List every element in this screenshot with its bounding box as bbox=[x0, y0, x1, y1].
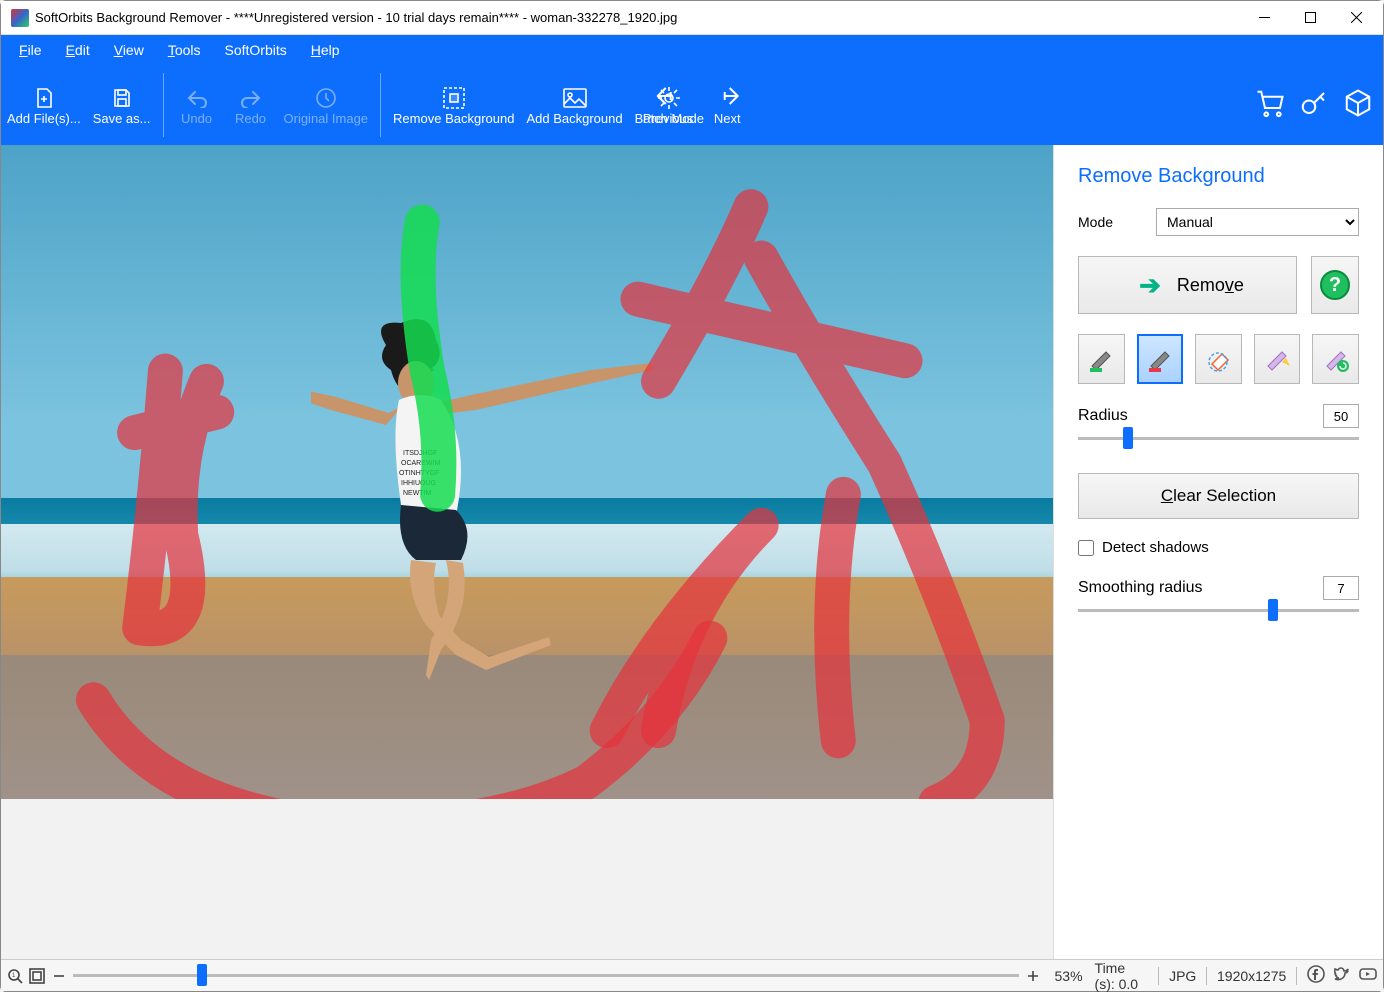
redo-button[interactable]: Redo bbox=[224, 65, 278, 145]
radius-slider[interactable] bbox=[1078, 428, 1359, 448]
help-button[interactable]: ? bbox=[1311, 256, 1359, 314]
main-area: ITSDJHGFOCAREWIMOTINHTYGFIHHIUOUGNEWTIM bbox=[1, 145, 1383, 959]
clear-selection-button[interactable]: Clear Selection bbox=[1078, 473, 1359, 519]
statusbar: 1 53% Time (s): 0.0 JPG 1920x1275 bbox=[1, 959, 1383, 991]
history-icon bbox=[314, 84, 338, 112]
side-panel: Remove Background Mode Manual ➔ Remove ? bbox=[1053, 145, 1383, 959]
question-icon: ? bbox=[1320, 270, 1350, 300]
detect-shadows-checkbox[interactable]: Detect shadows bbox=[1078, 539, 1359, 556]
previous-button[interactable]: Previous bbox=[637, 82, 700, 128]
zoom-slider[interactable] bbox=[73, 966, 1019, 986]
original-image-label: Original Image bbox=[284, 112, 369, 127]
smoothing-slider[interactable] bbox=[1078, 600, 1359, 620]
menu-file[interactable]: File bbox=[7, 38, 54, 62]
toolbar-separator bbox=[163, 73, 164, 137]
arrow-right-icon: ➔ bbox=[1139, 270, 1161, 301]
remove-button[interactable]: ➔ Remove bbox=[1078, 256, 1297, 314]
titlebar: SoftOrbits Background Remover - ****Unre… bbox=[1, 1, 1383, 35]
radius-row: Radius 50 bbox=[1078, 404, 1359, 428]
next-label: Next bbox=[714, 111, 741, 126]
add-background-button[interactable]: Add Background bbox=[520, 65, 628, 145]
youtube-icon[interactable] bbox=[1359, 965, 1377, 986]
fit-icon[interactable] bbox=[29, 967, 45, 985]
format-status: JPG bbox=[1169, 968, 1196, 984]
app-icon bbox=[11, 9, 29, 27]
box-icon[interactable] bbox=[1343, 88, 1373, 123]
redo-label: Redo bbox=[235, 112, 266, 127]
auto-marker-tool[interactable] bbox=[1254, 334, 1301, 384]
undo-label: Undo bbox=[181, 112, 212, 127]
refresh-marker-tool[interactable] bbox=[1312, 334, 1359, 384]
close-button[interactable] bbox=[1333, 2, 1379, 34]
smoothing-label: Smoothing radius bbox=[1078, 579, 1203, 597]
svg-text:1: 1 bbox=[12, 973, 16, 979]
detect-shadows-label: Detect shadows bbox=[1102, 539, 1209, 556]
nav-group: Previous Next bbox=[637, 65, 748, 145]
menu-edit[interactable]: Edit bbox=[54, 38, 102, 62]
menu-tools[interactable]: Tools bbox=[156, 38, 213, 62]
mode-row: Mode Manual bbox=[1078, 208, 1359, 236]
facebook-icon[interactable] bbox=[1307, 965, 1325, 986]
twitter-icon[interactable] bbox=[1333, 965, 1351, 986]
next-button[interactable]: Next bbox=[707, 82, 747, 128]
zoom-out-icon[interactable] bbox=[51, 967, 67, 985]
zoom-percent: 53% bbox=[1055, 968, 1083, 984]
save-as-label: Save as... bbox=[93, 112, 151, 127]
zoom-actual-icon[interactable]: 1 bbox=[7, 967, 23, 985]
arrow-right-icon bbox=[713, 84, 741, 111]
undo-button[interactable]: Undo bbox=[170, 65, 224, 145]
canvas-wrap: ITSDJHGFOCAREWIMOTINHTYGFIHHIUOUGNEWTIM bbox=[1, 145, 1053, 959]
smoothing-row: Smoothing radius 7 bbox=[1078, 576, 1359, 600]
radius-label: Radius bbox=[1078, 407, 1128, 425]
time-status: Time (s): 0.0 bbox=[1095, 960, 1149, 992]
menu-view[interactable]: View bbox=[102, 38, 156, 62]
green-marker-tool[interactable] bbox=[1078, 334, 1125, 384]
menu-help[interactable]: Help bbox=[299, 38, 352, 62]
save-icon bbox=[110, 84, 134, 112]
image-icon bbox=[562, 84, 588, 112]
menubar: File Edit View Tools SoftOrbits Help bbox=[1, 35, 1383, 65]
mode-label: Mode bbox=[1078, 214, 1138, 230]
undo-icon bbox=[185, 84, 209, 112]
save-as-button[interactable]: Save as... bbox=[87, 65, 157, 145]
marker-strokes bbox=[1, 145, 1053, 799]
social-icons bbox=[1307, 965, 1377, 986]
toolbar-right-icons bbox=[1255, 65, 1373, 145]
cart-icon[interactable] bbox=[1255, 88, 1285, 123]
file-plus-icon bbox=[32, 84, 56, 112]
add-files-label: Add File(s)... bbox=[7, 112, 81, 127]
zoom-in-icon[interactable] bbox=[1025, 967, 1041, 985]
canvas-blank-area bbox=[1, 799, 1053, 959]
remove-bg-label: Remove Background bbox=[393, 112, 514, 127]
previous-label: Previous bbox=[643, 111, 694, 126]
original-image-button[interactable]: Original Image bbox=[278, 65, 375, 145]
smoothing-value[interactable]: 7 bbox=[1323, 576, 1359, 600]
window-title: SoftOrbits Background Remover - ****Unre… bbox=[35, 10, 1241, 25]
key-icon[interactable] bbox=[1299, 88, 1329, 123]
maximize-button[interactable] bbox=[1287, 2, 1333, 34]
detect-shadows-input[interactable] bbox=[1078, 540, 1094, 556]
remove-row: ➔ Remove ? bbox=[1078, 256, 1359, 314]
dimensions-status: 1920x1275 bbox=[1217, 968, 1286, 984]
eraser-tool[interactable] bbox=[1195, 334, 1242, 384]
tool-row bbox=[1078, 334, 1359, 384]
toolbar-separator bbox=[380, 73, 381, 137]
add-files-button[interactable]: Add File(s)... bbox=[1, 65, 87, 145]
toolbar: Add File(s)... Save as... Undo Redo Orig… bbox=[1, 65, 1383, 145]
minimize-button[interactable] bbox=[1241, 2, 1287, 34]
redo-icon bbox=[239, 84, 263, 112]
radius-value[interactable]: 50 bbox=[1323, 404, 1359, 428]
arrow-left-icon bbox=[654, 84, 682, 111]
remove-label: Remove bbox=[1177, 275, 1244, 296]
cut-square-icon bbox=[441, 84, 467, 112]
remove-background-button[interactable]: Remove Background bbox=[387, 65, 520, 145]
mode-select[interactable]: Manual bbox=[1156, 208, 1359, 236]
clear-label: Clear Selection bbox=[1161, 486, 1276, 506]
image-canvas[interactable]: ITSDJHGFOCAREWIMOTINHTYGFIHHIUOUGNEWTIM bbox=[1, 145, 1053, 799]
menu-softorbits[interactable]: SoftOrbits bbox=[213, 38, 299, 62]
red-marker-tool[interactable] bbox=[1137, 334, 1184, 384]
panel-title: Remove Background bbox=[1078, 165, 1359, 188]
add-bg-label: Add Background bbox=[526, 112, 622, 127]
